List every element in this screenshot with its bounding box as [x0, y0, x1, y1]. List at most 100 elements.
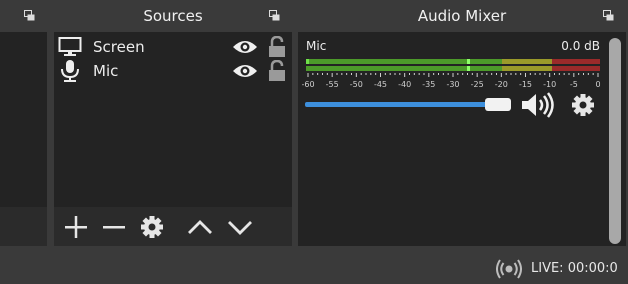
meter-tick	[447, 73, 449, 75]
meter-tick	[549, 73, 551, 77]
undock-icon[interactable]	[603, 10, 614, 21]
meter-scale-label: -15	[519, 80, 532, 89]
meter-tick	[317, 73, 319, 75]
add-icon[interactable]	[62, 213, 90, 241]
meter-scale-label: -30	[446, 80, 459, 89]
eye-icon[interactable]	[232, 63, 258, 79]
meter-tick	[409, 73, 410, 75]
microphone-icon	[58, 59, 82, 83]
remove-icon[interactable]	[100, 213, 128, 241]
speaker-icon[interactable]	[520, 91, 556, 119]
meter-scale-label: -50	[350, 80, 363, 89]
meter-tick	[346, 73, 348, 75]
mixer-title: Audio Mixer	[298, 0, 626, 32]
gear-icon[interactable]	[570, 92, 596, 118]
meter-tick	[578, 73, 580, 75]
live-timer: LIVE: 00:00:0	[531, 261, 618, 276]
scenes-list[interactable]	[0, 32, 47, 207]
broadcast-icon	[496, 259, 522, 279]
volume-slider[interactable]	[305, 102, 495, 107]
meter-scale-label: -5	[570, 80, 578, 89]
scenes-panel	[0, 0, 47, 246]
meter-scale-label: -60	[302, 80, 315, 89]
sources-list: Screen Mic	[54, 32, 292, 207]
meter-tick	[370, 73, 372, 75]
meter-tick	[583, 73, 584, 75]
source-item-mic[interactable]: Mic	[54, 59, 292, 83]
meter-tick	[525, 73, 526, 77]
meter-tick	[380, 73, 381, 77]
meter-tick	[442, 73, 444, 75]
chevron-up-icon[interactable]	[186, 213, 214, 241]
meter-tick	[496, 73, 497, 75]
meter-tick	[307, 73, 309, 77]
meter-tick	[592, 73, 594, 75]
meter-tick	[544, 73, 546, 75]
eye-icon[interactable]	[232, 39, 258, 55]
meter-tick	[341, 73, 343, 75]
monitor-icon	[58, 35, 82, 59]
meter-scale-label: -55	[326, 80, 339, 89]
mixer-body: Mic 0.0 dB -60 -55 -50 -45 -40 -35 -30 -25 -20 -1…	[298, 32, 626, 246]
meter-tick	[457, 73, 459, 75]
meter-tick	[491, 73, 493, 75]
meter-tick	[322, 73, 323, 75]
meter-scale-label: -45	[374, 80, 387, 89]
meter-tick	[563, 73, 565, 75]
meter-scale-label: -20	[495, 80, 508, 89]
unlock-icon[interactable]	[267, 59, 287, 82]
meter-tick	[389, 73, 391, 75]
meter-tick	[404, 73, 406, 77]
meter-tick	[500, 73, 502, 77]
meter-tick	[481, 73, 483, 75]
undock-icon[interactable]	[269, 10, 280, 21]
source-item-screen[interactable]: Screen	[54, 35, 292, 59]
meter-tick	[355, 73, 357, 77]
meter-tick	[418, 73, 420, 75]
gear-icon[interactable]	[138, 213, 166, 241]
undock-icon[interactable]	[24, 10, 35, 21]
meter-tick	[331, 73, 333, 77]
channel-db: 0.0 dB	[561, 39, 600, 53]
unlock-icon[interactable]	[267, 35, 287, 58]
scenes-toolbar	[0, 207, 47, 246]
meter-tick	[312, 73, 314, 75]
meter-tick	[433, 73, 435, 75]
meter-tick	[428, 73, 430, 77]
meter-scale-label: -10	[543, 80, 556, 89]
scrollbar[interactable]	[609, 38, 621, 244]
volume-meter	[306, 59, 600, 71]
sources-title: Sources	[54, 0, 292, 32]
audio-mixer-panel: Audio Mixer Mic 0.0 dB -60 -55 -50 -45 -40 -3…	[298, 0, 626, 246]
meter-tick	[476, 73, 478, 77]
meter-tick	[360, 73, 362, 75]
meter-tick	[554, 73, 555, 75]
meter-tick	[462, 73, 464, 75]
meter-tick	[510, 73, 512, 75]
meter-tick	[505, 73, 507, 75]
meter-tick	[452, 73, 454, 77]
channel-name: Mic	[306, 39, 327, 53]
meter-tick	[568, 73, 570, 75]
meter-tick	[515, 73, 517, 75]
meter-scale-label: -35	[422, 80, 435, 89]
meter-tick	[423, 73, 425, 75]
chevron-down-icon[interactable]	[226, 213, 254, 241]
source-label: Mic	[93, 62, 119, 80]
volume-slider-handle[interactable]	[485, 98, 511, 111]
meter-tick	[413, 73, 415, 75]
source-label: Screen	[93, 38, 145, 56]
meter-tick	[534, 73, 536, 75]
meter-tick	[399, 73, 401, 75]
meter-tick	[375, 73, 377, 75]
meter-tick	[467, 73, 468, 75]
meter-scale-label: -25	[471, 80, 484, 89]
meter-tick	[394, 73, 396, 75]
meter-tick	[471, 73, 473, 75]
meter-tick	[587, 73, 589, 75]
meter-scale-label: -40	[398, 80, 411, 89]
meter-tick	[539, 73, 541, 75]
meter-tick	[438, 73, 439, 75]
status-bar: LIVE: 00:00:0	[0, 252, 628, 284]
meter-tick	[529, 73, 531, 75]
